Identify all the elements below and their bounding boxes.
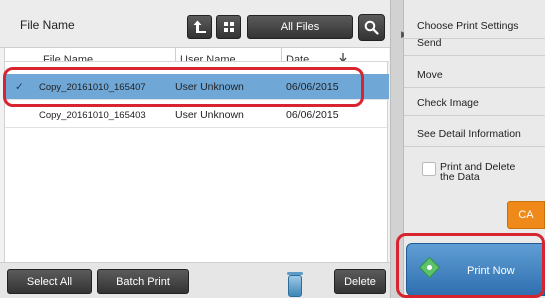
print-and-delete-line: the Data — [440, 171, 480, 183]
menu-label: Check Image — [417, 97, 479, 109]
column-date[interactable]: Date — [286, 54, 309, 61]
menu-move[interactable]: Move — [404, 62, 545, 88]
sort-down-icon[interactable] — [339, 53, 347, 62]
row-date: 06/06/2015 — [286, 109, 339, 121]
column-user-name[interactable]: User Name — [180, 54, 236, 61]
upload-arrow-icon — [193, 20, 206, 33]
print-and-delete-checkbox[interactable] — [422, 162, 436, 176]
column-divider — [175, 48, 176, 61]
action-panel: Choose Print Settings Send Move Check Im… — [396, 0, 545, 298]
selected-row-highlight — [3, 67, 364, 107]
search-button[interactable] — [358, 14, 385, 41]
select-all-button[interactable]: Select All — [7, 269, 92, 294]
column-divider — [281, 48, 282, 61]
file-list-header: File Name All Files — [0, 0, 390, 48]
column-headers: File Name User Name Date — [5, 48, 389, 62]
all-files-filter[interactable]: All Files — [247, 15, 353, 39]
trash-can-icon — [287, 272, 303, 297]
menu-label: Move — [417, 69, 443, 81]
panel-title: File Name — [20, 18, 75, 32]
grid-view-icon — [223, 22, 234, 32]
delete-button[interactable]: Delete — [334, 269, 386, 294]
search-icon — [364, 20, 379, 35]
ca-button[interactable]: CA — [507, 201, 545, 229]
column-file-name[interactable]: File Name — [43, 54, 93, 61]
grid-view-button[interactable] — [216, 15, 241, 39]
row-user-name: User Unknown — [175, 109, 244, 121]
row-file-name: Copy_20161010_165403 — [39, 110, 146, 121]
menu-check-image[interactable]: Check Image — [404, 90, 545, 116]
bottom-toolbar: Select All Batch Print Delete — [0, 262, 390, 298]
batch-print-button[interactable]: Batch Print — [97, 269, 189, 294]
upload-button[interactable] — [187, 15, 212, 39]
file-list-panel: File Name All Files File Name User Name … — [0, 0, 390, 298]
menu-see-detail-information[interactable]: See Detail Information — [404, 121, 545, 147]
menu-label: Send — [417, 37, 442, 49]
menu-label: See Detail Information — [417, 128, 521, 140]
print-and-delete-label[interactable]: Print and Delete the Data — [440, 162, 515, 183]
menu-send[interactable]: Send — [404, 30, 545, 56]
print-now-highlight — [396, 233, 545, 298]
